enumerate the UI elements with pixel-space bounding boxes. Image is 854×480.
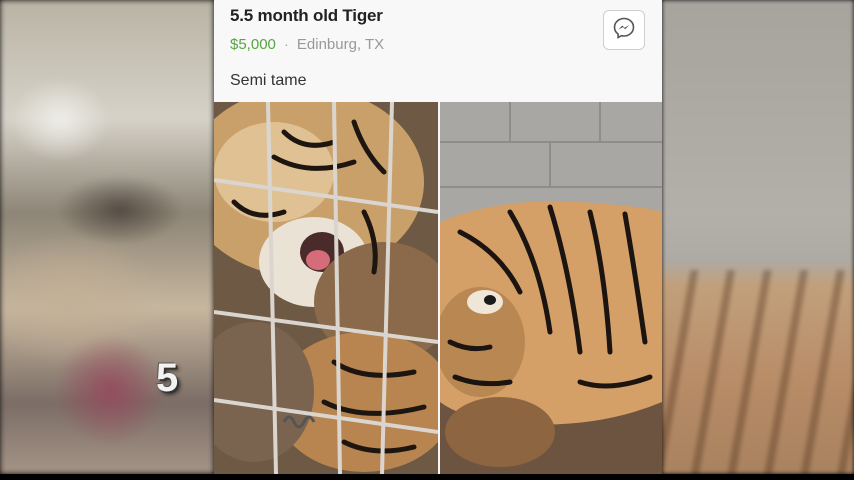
meta-separator: · <box>283 36 289 53</box>
listing-price: $5,000 <box>230 36 276 53</box>
message-seller-button[interactable] <box>603 10 645 50</box>
listing-photo-2[interactable] <box>440 102 662 474</box>
listing-meta: $5,000 · Edinburg, TX <box>230 36 384 53</box>
listing-header: 5.5 month old Tiger $5,000 · Edinburg, TX … <box>214 0 662 102</box>
listing-location: Edinburg, TX <box>296 36 385 53</box>
video-frame: 5.5 month old Tiger $5,000 · Edinburg, TX … <box>0 0 854 474</box>
messenger-icon <box>612 16 636 45</box>
blurred-background-left <box>0 0 214 474</box>
blurred-background-right <box>662 0 854 474</box>
listing-photo-1[interactable] <box>214 102 438 474</box>
channel-logo: 5 <box>156 356 179 400</box>
listing-description: Semi tame <box>230 72 307 89</box>
listing-title: 5.5 month old Tiger <box>230 6 383 25</box>
letterbox-bar <box>0 474 854 480</box>
listing-card[interactable]: 5.5 month old Tiger $5,000 · Edinburg, TX … <box>214 0 662 474</box>
